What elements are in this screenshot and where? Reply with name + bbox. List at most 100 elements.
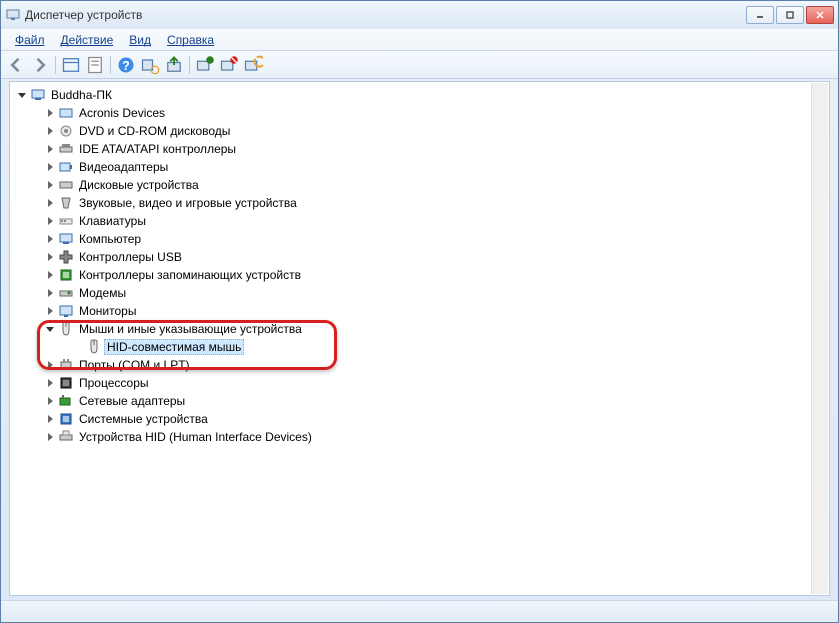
root-label[interactable]: Buddha-ПК xyxy=(48,87,115,103)
hid-mouse-label[interactable]: HID-совместимая мышь xyxy=(104,339,244,355)
tree-category[interactable]: Порты (COM и LPT) xyxy=(10,356,829,374)
show-console-icon[interactable] xyxy=(60,54,82,76)
expander-icon[interactable] xyxy=(44,395,56,407)
expander-icon[interactable] xyxy=(44,251,56,263)
category-label[interactable]: DVD и CD-ROM дисководы xyxy=(76,123,233,139)
statusbar xyxy=(1,600,838,622)
forward-button[interactable] xyxy=(29,54,51,76)
svg-text:?: ? xyxy=(122,59,130,73)
computer-icon xyxy=(30,87,46,103)
expander-icon[interactable] xyxy=(44,359,56,371)
tree-category[interactable]: Контроллеры запоминающих устройств xyxy=(10,266,829,284)
expander-icon[interactable] xyxy=(44,269,56,281)
category-label[interactable]: Мониторы xyxy=(76,303,139,319)
expander-icon[interactable] xyxy=(44,197,56,209)
tree-panel[interactable]: Buddha-ПК Acronis Devices DVD и CD-ROM ди… xyxy=(9,81,830,596)
category-label[interactable]: Компьютер xyxy=(76,231,144,247)
window-title: Диспетчер устройств xyxy=(25,8,746,22)
expander-icon[interactable] xyxy=(44,161,56,173)
titlebar[interactable]: Диспетчер устройств xyxy=(1,1,838,29)
tree-category[interactable]: Звуковые, видео и игровые устройства xyxy=(10,194,829,212)
category-label[interactable]: Порты (COM и LPT) xyxy=(76,357,193,373)
update-driver-icon[interactable] xyxy=(163,54,185,76)
tree-category[interactable]: Acronis Devices xyxy=(10,104,829,122)
device-category-icon xyxy=(58,357,74,373)
tree-category[interactable]: Видеоадаптеры xyxy=(10,158,829,176)
tree-category[interactable]: Модемы xyxy=(10,284,829,302)
menu-help[interactable]: Справка xyxy=(159,31,222,49)
menu-view[interactable]: Вид xyxy=(121,31,159,49)
scan-hardware-icon[interactable] xyxy=(139,54,161,76)
app-icon xyxy=(5,7,21,23)
help-icon[interactable]: ? xyxy=(115,54,137,76)
device-category-icon xyxy=(58,375,74,391)
category-label[interactable]: Видеоадаптеры xyxy=(76,159,171,175)
tree-category[interactable]: Сетевые адаптеры xyxy=(10,392,829,410)
expander-icon[interactable] xyxy=(44,143,56,155)
expander-icon[interactable] xyxy=(44,377,56,389)
close-button[interactable] xyxy=(806,6,834,24)
device-category-icon xyxy=(58,195,74,211)
enable-icon[interactable] xyxy=(242,54,264,76)
category-label[interactable]: Контроллеры USB xyxy=(76,249,185,265)
category-label[interactable]: Клавиатуры xyxy=(76,213,149,229)
expander-icon[interactable] xyxy=(16,89,28,101)
menubar: Файл Действие Вид Справка xyxy=(1,29,838,51)
mouse-icon xyxy=(58,321,74,337)
category-label[interactable]: Модемы xyxy=(76,285,129,301)
minimize-button[interactable] xyxy=(746,6,774,24)
maximize-button[interactable] xyxy=(776,6,804,24)
tree-category[interactable]: DVD и CD-ROM дисководы xyxy=(10,122,829,140)
tree-category[interactable]: Дисковые устройства xyxy=(10,176,829,194)
category-label[interactable]: Контроллеры запоминающих устройств xyxy=(76,267,304,283)
expander-icon[interactable] xyxy=(44,125,56,137)
device-category-icon xyxy=(58,411,74,427)
device-manager-window: Диспетчер устройств Файл Действие Вид Сп… xyxy=(0,0,839,623)
tree-root[interactable]: Buddha-ПК xyxy=(10,86,829,104)
tree-category[interactable]: Компьютер xyxy=(10,230,829,248)
tree-category[interactable]: Системные устройства xyxy=(10,410,829,428)
expander-icon[interactable] xyxy=(44,413,56,425)
expander-icon[interactable] xyxy=(44,431,56,443)
expander-icon[interactable] xyxy=(44,323,56,335)
category-label[interactable]: Системные устройства xyxy=(76,411,211,427)
category-label[interactable]: Acronis Devices xyxy=(76,105,168,121)
menu-file[interactable]: Файл xyxy=(7,31,53,49)
mouse-icon xyxy=(86,339,102,355)
disable-icon[interactable] xyxy=(218,54,240,76)
uninstall-icon[interactable] xyxy=(194,54,216,76)
tree-category[interactable]: Мониторы xyxy=(10,302,829,320)
category-label[interactable]: Звуковые, видео и игровые устройства xyxy=(76,195,300,211)
tree-category[interactable]: Клавиатуры xyxy=(10,212,829,230)
category-label[interactable]: IDE ATA/ATAPI контроллеры xyxy=(76,141,239,157)
category-label[interactable]: Процессоры xyxy=(76,375,152,391)
tree-category-mice[interactable]: Мыши и иные указывающие устройства xyxy=(10,320,829,338)
properties-icon[interactable] xyxy=(84,54,106,76)
device-category-icon xyxy=(58,231,74,247)
device-category-icon xyxy=(58,123,74,139)
window-controls xyxy=(746,6,834,24)
tree-category[interactable]: Процессоры xyxy=(10,374,829,392)
category-label[interactable]: Устройства HID (Human Interface Devices) xyxy=(76,429,315,445)
category-label[interactable]: Сетевые адаптеры xyxy=(76,393,188,409)
device-category-icon xyxy=(58,303,74,319)
mice-category-label[interactable]: Мыши и иные указывающие устройства xyxy=(76,321,305,337)
tree-category[interactable]: Устройства HID (Human Interface Devices) xyxy=(10,428,829,446)
tree-category[interactable]: Контроллеры USB xyxy=(10,248,829,266)
back-button[interactable] xyxy=(5,54,27,76)
menu-action[interactable]: Действие xyxy=(53,31,122,49)
expander-icon[interactable] xyxy=(44,107,56,119)
tree-device-hid-mouse[interactable]: HID-совместимая мышь xyxy=(10,338,829,356)
expander-icon[interactable] xyxy=(44,215,56,227)
expander-icon[interactable] xyxy=(44,233,56,245)
tree-category[interactable]: IDE ATA/ATAPI контроллеры xyxy=(10,140,829,158)
device-category-icon xyxy=(58,159,74,175)
expander-icon[interactable] xyxy=(44,305,56,317)
scrollbar[interactable] xyxy=(811,83,828,594)
device-category-icon xyxy=(58,393,74,409)
category-label[interactable]: Дисковые устройства xyxy=(76,177,202,193)
device-category-icon xyxy=(58,177,74,193)
device-category-icon xyxy=(58,249,74,265)
expander-icon[interactable] xyxy=(44,287,56,299)
expander-icon[interactable] xyxy=(44,179,56,191)
